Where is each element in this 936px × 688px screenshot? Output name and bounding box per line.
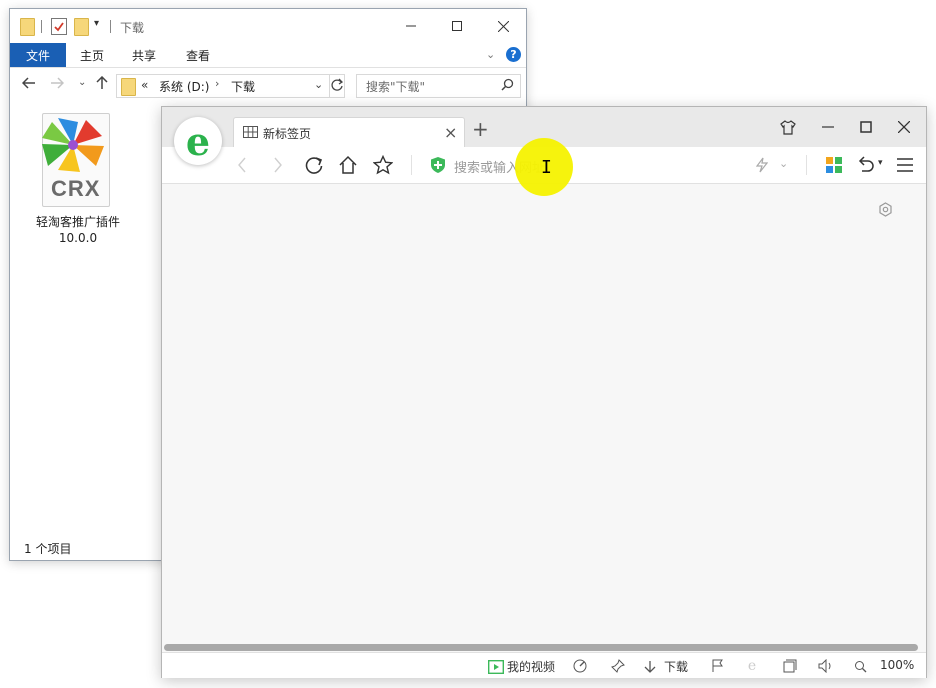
close-icon [497,20,509,32]
close-button[interactable] [480,9,526,43]
minimize-button[interactable] [808,111,848,143]
tab-home[interactable]: 主页 [80,47,104,64]
refresh-icon[interactable] [330,78,344,94]
tab-title: 新标签页 [263,127,312,141]
address-row: ⌄ « 系统 (D:) › 下载 ⌄ 搜索"下载" [10,68,526,104]
home-icon[interactable] [336,153,360,177]
zoom-icon[interactable] [852,658,868,674]
window-title: 下载 [120,21,145,35]
tab-share[interactable]: 共享 [132,47,156,64]
forward-arrow-icon[interactable] [50,76,66,94]
minimize-icon [406,25,416,27]
horizontal-scrollbar[interactable] [164,644,918,651]
divider [41,20,42,33]
file-version: 10.0.0 [58,231,98,245]
volume-icon[interactable] [818,658,834,674]
pinwheel-logo [42,118,104,172]
window-restore-icon[interactable] [782,658,798,674]
video-play-icon [488,659,504,674]
tab-close-icon[interactable]: × [444,123,457,142]
breadcrumb-separator-icon: › [215,77,220,90]
minimize-button[interactable] [388,9,434,43]
browser-logo-icon[interactable]: e [174,117,222,165]
ie-compat-icon[interactable]: e [744,658,760,674]
search-icon[interactable] [501,78,514,94]
favorites-star-icon[interactable] [371,153,395,177]
tab-view[interactable]: 查看 [186,47,210,64]
file-name: 轻淘客推广插件 [35,215,120,229]
status-bar: 我的视频 下载 e 100% [162,652,926,678]
lightning-icon[interactable] [750,153,774,177]
quick-access-dropdown-icon[interactable]: ▾ [94,18,99,29]
address-dropdown-icon[interactable]: ⌄ [314,78,323,91]
forward-icon[interactable] [266,153,290,177]
flag-icon[interactable] [710,658,726,674]
divider [411,155,412,175]
download-arrow-icon [644,660,656,673]
tab-file[interactable]: 文件 [10,43,66,67]
refresh-icon[interactable] [302,153,326,177]
up-arrow-icon[interactable] [95,75,111,94]
undo-close-tab-icon[interactable] [854,153,878,177]
ribbon-expand-chevron-icon[interactable]: ⌄ [486,48,495,61]
folder-icon [20,18,35,36]
help-icon[interactable]: ? [506,47,521,62]
item-count: 1 个项目 [24,542,72,556]
ribbon-tabs: 文件 主页 共享 查看 ⌄ ? [10,43,526,68]
downloads-button[interactable]: 下载 [644,658,688,675]
recent-locations-chevron-icon[interactable]: ⌄ [78,77,86,88]
address-overflow[interactable]: « [141,78,148,92]
new-folder-icon[interactable] [74,18,89,36]
security-shield-icon[interactable] [431,157,445,176]
divider [110,20,111,33]
pin-icon[interactable] [610,658,626,674]
close-button[interactable] [884,111,924,143]
search-placeholder: 搜索"下载" [366,80,426,94]
tab-new-tab[interactable]: 新标签页 × [233,117,465,148]
address-bar[interactable]: « 系统 (D:) › 下载 ⌄ [116,74,345,98]
undo-dropdown-icon[interactable]: ▾ [878,158,883,168]
menu-icon[interactable] [893,153,917,177]
my-videos-label: 我的视频 [507,660,556,674]
zoom-level[interactable]: 100% [880,658,914,672]
minimize-icon [822,126,834,128]
properties-icon[interactable] [51,18,67,35]
apps-icon[interactable] [822,153,846,177]
speed-gauge-icon[interactable] [572,658,588,674]
search-box[interactable]: 搜索"下载" [356,74,521,98]
new-tab-button[interactable]: + [472,117,489,141]
file-item[interactable]: CRX 轻淘客推广插件 10.0.0 [30,113,126,253]
maximize-icon [860,121,872,133]
maximize-button[interactable] [434,9,480,43]
grid-icon [243,126,258,138]
back-icon[interactable] [230,153,254,177]
page-content[interactable] [162,184,926,643]
divider [806,155,807,175]
back-arrow-icon[interactable] [21,76,38,94]
skin-shirt-icon[interactable] [768,111,808,143]
my-videos-button[interactable]: 我的视频 [488,658,555,675]
folder-icon [121,78,136,96]
explorer-title-bar[interactable]: ▾ 下载 [10,9,526,43]
text-cursor-icon: I [541,157,552,178]
breadcrumb-downloads[interactable]: 下载 [231,78,255,95]
lightning-dropdown-icon[interactable]: ⌄ [779,157,788,170]
crx-file-icon: CRX [42,113,110,207]
breadcrumb-drive[interactable]: 系统 (D:) [159,78,209,95]
downloads-label: 下载 [664,660,689,674]
page-settings-gear-icon[interactable] [878,202,893,220]
maximize-icon [452,21,462,31]
maximize-button[interactable] [846,111,886,143]
file-badge: CRX [51,176,101,201]
close-icon [898,121,910,133]
